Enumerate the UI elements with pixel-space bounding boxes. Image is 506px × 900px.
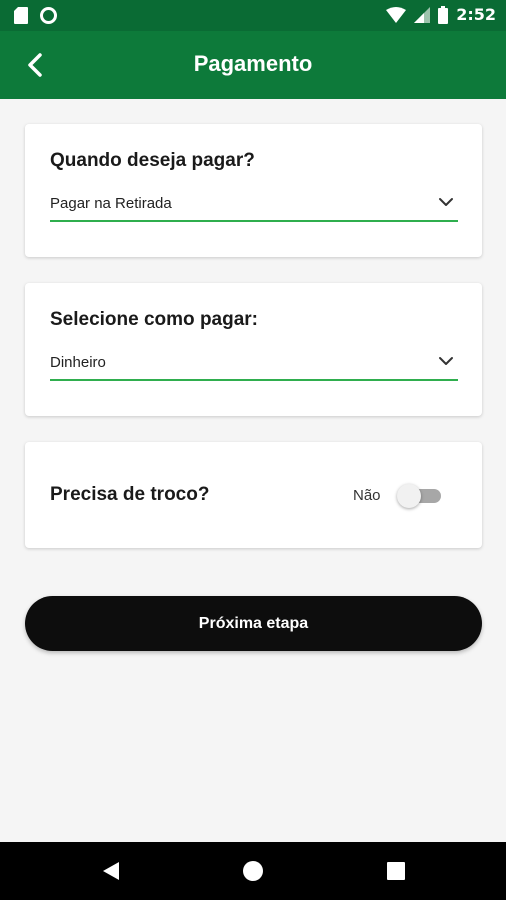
circle-notification-icon (40, 7, 57, 24)
page-title: Pagamento (193, 51, 313, 76)
system-nav-bar (0, 842, 506, 900)
change-state-label: Não (353, 487, 381, 504)
how-to-pay-select[interactable]: Dinheiro (50, 345, 458, 381)
battery-icon (438, 5, 449, 24)
status-right-icons: 2:52 (386, 5, 496, 24)
when-to-pay-card: Quando deseja pagar? Pagar na Retirada (25, 124, 482, 257)
when-to-pay-label: Quando deseja pagar? (50, 150, 255, 171)
when-to-pay-select[interactable]: Pagar na Retirada (50, 186, 458, 222)
wifi-icon (386, 6, 407, 23)
nav-home-button[interactable] (241, 859, 265, 883)
app-bar: Pagamento (0, 31, 506, 99)
change-label: Precisa de troco? (50, 484, 210, 505)
nav-back-button[interactable] (99, 859, 123, 883)
recents-square-icon (387, 862, 405, 880)
signal-icon (414, 6, 431, 23)
how-to-pay-value: Dinheiro (50, 354, 106, 371)
next-step-button[interactable]: Próxima etapa (25, 596, 482, 651)
when-to-pay-value: Pagar na Retirada (50, 195, 172, 212)
status-left-icons (14, 7, 57, 24)
home-circle-icon (243, 861, 263, 881)
chevron-down-icon (439, 357, 453, 365)
how-to-pay-card: Selecione como pagar: Dinheiro (25, 283, 482, 416)
sd-card-icon (14, 7, 28, 24)
toggle-thumb (397, 484, 421, 508)
chevron-down-icon (439, 198, 453, 206)
how-to-pay-label: Selecione como pagar: (50, 309, 259, 330)
status-time: 2:52 (456, 5, 496, 24)
change-toggle[interactable] (397, 484, 443, 508)
back-triangle-icon (103, 862, 119, 880)
status-bar: 2:52 (0, 0, 506, 31)
change-card: Precisa de troco? Não (25, 442, 482, 548)
nav-recents-button[interactable] (384, 859, 408, 883)
